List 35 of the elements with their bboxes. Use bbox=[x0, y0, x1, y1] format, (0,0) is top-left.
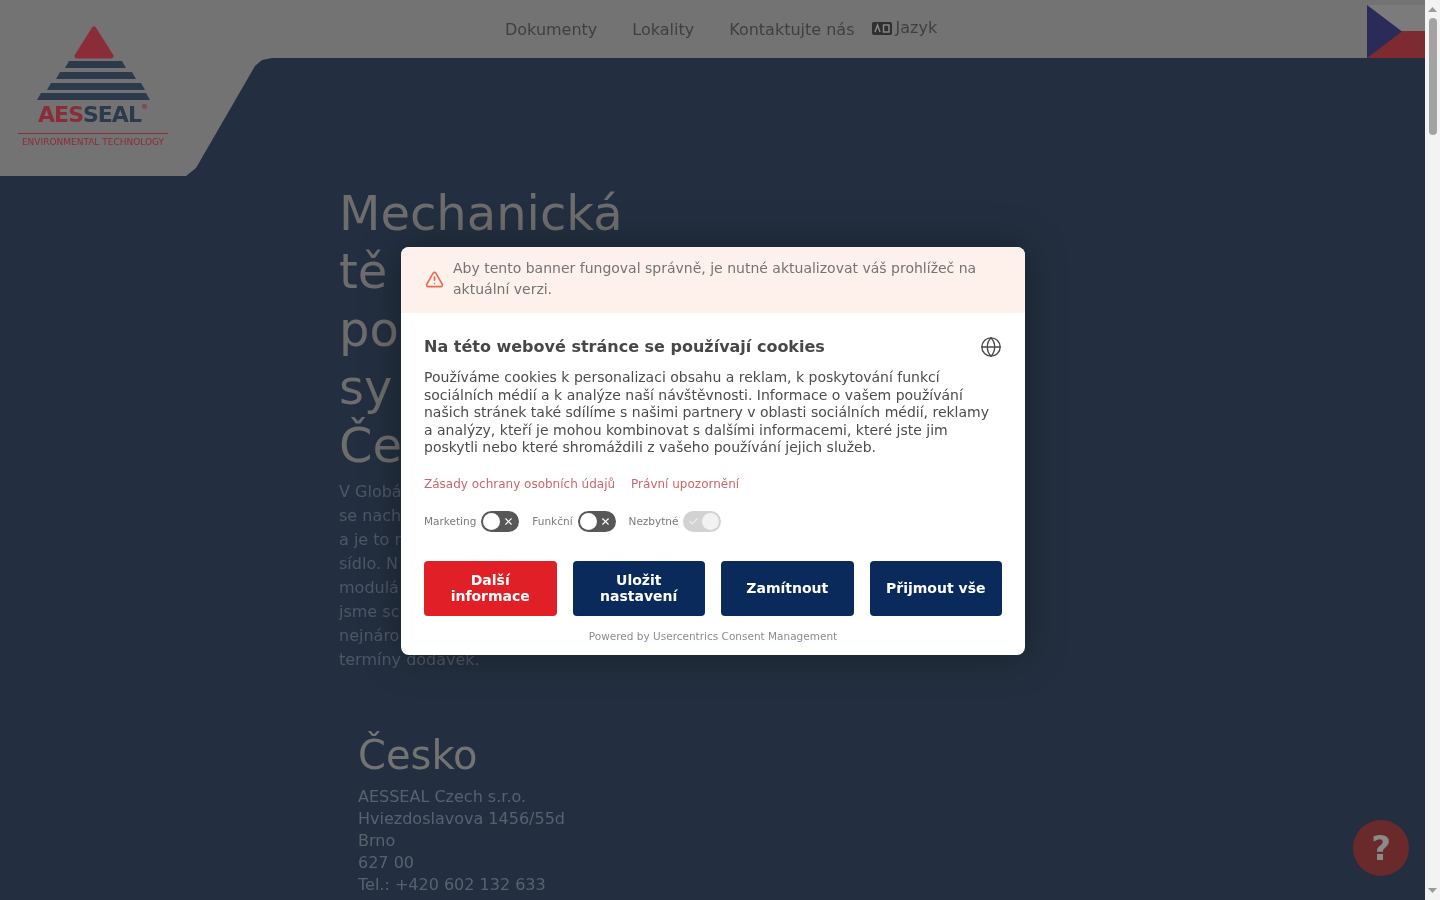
dialog-description: Používáme cookies k personalizaci obsahu a reklam, k poskytování funkcí sociálních médií a k analýze naší návštěvnosti. Informace o vašem používání našich stránek také sdílíme s našimi partnery v oblasti sociálních médií, reklamy a analýzy, kteří je mohou kombinovat s dalšími informacemi, které jste jim poskytli nebo které shromáždili z vašeho používání jejich služeb. bbox=[424, 369, 990, 457]
globe-icon[interactable] bbox=[980, 336, 1002, 358]
toggle-label: Funkční bbox=[532, 514, 573, 528]
help-button[interactable]: ? bbox=[1353, 820, 1409, 876]
hero-heading-line: tě bbox=[339, 242, 388, 300]
consent-button[interactable]: Uložit nastavení bbox=[572, 560, 705, 616]
toggle-switch[interactable] bbox=[481, 510, 520, 532]
check-icon bbox=[688, 515, 700, 527]
scrollbar-thumb[interactable] bbox=[1428, 18, 1437, 135]
toggle-switch[interactable] bbox=[577, 510, 616, 532]
cross-icon bbox=[599, 515, 611, 527]
flag-icon[interactable] bbox=[1367, 5, 1425, 58]
hero-heading-line: po bbox=[339, 300, 399, 358]
banner-link[interactable]: Právní upozornění bbox=[631, 475, 740, 492]
consent-button[interactable]: Přijmout vše bbox=[869, 560, 1002, 616]
consent-button[interactable]: Zamítnout bbox=[721, 560, 854, 616]
consent-button[interactable]: Další informace bbox=[424, 560, 557, 616]
logo-tagline: ENVIRONMENTAL TECHNOLOGY bbox=[18, 133, 168, 148]
location-heading: Česko bbox=[358, 732, 478, 778]
cross-icon bbox=[503, 515, 515, 527]
powered-by-text: Powered by Usercentrics Consent Management bbox=[587, 628, 839, 643]
hero-heading-line: Mechanická bbox=[339, 184, 623, 242]
down-arrow-icon[interactable] bbox=[1428, 888, 1437, 893]
language-icon bbox=[871, 21, 892, 35]
up-arrow-icon[interactable] bbox=[1428, 7, 1437, 12]
logo-pyramid-icon bbox=[36, 26, 150, 100]
dialog-title: Na této webové stránce se používají cookies bbox=[424, 337, 825, 357]
toggle-label: Nezbytné bbox=[628, 514, 679, 528]
toggle-label: Marketing bbox=[424, 514, 477, 528]
hero-heading-line: sy bbox=[339, 358, 393, 416]
scrollbar[interactable] bbox=[1425, 0, 1440, 900]
banner-link[interactable]: Zásady ochrany osobních údajů bbox=[424, 475, 616, 492]
hero-heading-line: Če bbox=[339, 416, 403, 474]
warning-icon bbox=[425, 269, 444, 289]
warning-text: Aby tento banner fungoval správně, je nutné aktualizovat váš prohlížeč na aktuální verzi. bbox=[453, 259, 978, 299]
